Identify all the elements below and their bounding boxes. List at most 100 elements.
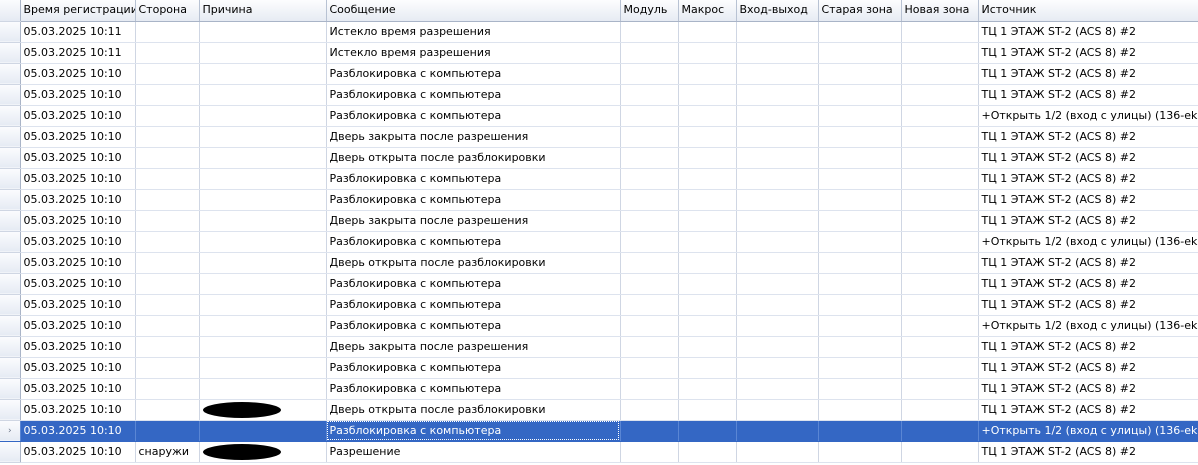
cell-macro[interactable] xyxy=(678,252,737,274)
cell-io[interactable] xyxy=(736,42,819,64)
cell-side[interactable] xyxy=(135,84,200,106)
cell-reason[interactable] xyxy=(199,210,327,232)
cell-io[interactable] xyxy=(736,210,819,232)
cell-side[interactable] xyxy=(135,168,200,190)
cell-message[interactable]: Разблокировка с компьютера xyxy=(326,231,621,253)
cell-source[interactable]: ТЦ 1 ЭТАЖ ST-2 (ACS 8) #2 xyxy=(978,273,1198,295)
table-row[interactable]: 05.03.2025 10:11 Истекло время разрешения… xyxy=(0,42,1198,64)
cell-new-zone[interactable] xyxy=(901,315,979,337)
cell-io[interactable] xyxy=(736,378,819,400)
cell-macro[interactable] xyxy=(678,147,737,169)
cell-new-zone[interactable] xyxy=(901,210,979,232)
column-header-side[interactable]: Сторона xyxy=(135,0,200,22)
cell-new-zone[interactable] xyxy=(901,147,979,169)
cell-macro[interactable] xyxy=(678,294,737,316)
column-header-source[interactable]: Источник xyxy=(978,0,1198,22)
table-row[interactable]: 05.03.2025 10:10 Дверь закрыта после разр… xyxy=(0,126,1198,148)
row-indicator[interactable] xyxy=(0,273,21,295)
cell-old-zone[interactable] xyxy=(818,399,902,421)
cell-module[interactable] xyxy=(620,315,679,337)
table-row[interactable]: 05.03.2025 10:10 Разблокировка с компьюте… xyxy=(0,357,1198,379)
cell-new-zone[interactable] xyxy=(901,63,979,85)
cell-side[interactable] xyxy=(135,315,200,337)
row-indicator[interactable] xyxy=(0,378,21,400)
cell-macro[interactable] xyxy=(678,189,737,211)
cell-message[interactable]: Дверь закрыта после разрешения xyxy=(326,126,621,148)
cell-old-zone[interactable] xyxy=(818,420,902,442)
cell-source[interactable]: ТЦ 1 ЭТАЖ ST-2 (ACS 8) #2 xyxy=(978,189,1198,211)
cell-new-zone[interactable] xyxy=(901,189,979,211)
cell-side[interactable] xyxy=(135,294,200,316)
cell-module[interactable] xyxy=(620,357,679,379)
cell-side[interactable] xyxy=(135,336,200,358)
table-row[interactable]: 05.03.2025 10:10 Разблокировка с компьюте… xyxy=(0,231,1198,253)
table-row[interactable]: 05.03.2025 10:10 Разблокировка с компьюте… xyxy=(0,315,1198,337)
cell-macro[interactable] xyxy=(678,168,737,190)
cell-message[interactable]: Разблокировка с компьютера xyxy=(326,294,621,316)
row-indicator[interactable] xyxy=(0,252,21,274)
table-row[interactable]: 05.03.2025 10:10 Разблокировка с компьюте… xyxy=(0,84,1198,106)
cell-source[interactable]: ТЦ 1 ЭТАЖ ST-2 (ACS 8) #2 xyxy=(978,441,1198,463)
cell-time[interactable]: 05.03.2025 10:10 xyxy=(20,441,136,463)
cell-old-zone[interactable] xyxy=(818,252,902,274)
cell-side[interactable] xyxy=(135,42,200,64)
cell-io[interactable] xyxy=(736,105,819,127)
cell-old-zone[interactable] xyxy=(818,210,902,232)
row-indicator[interactable] xyxy=(0,126,21,148)
row-indicator[interactable] xyxy=(0,147,21,169)
cell-source[interactable]: ТЦ 1 ЭТАЖ ST-2 (ACS 8) #2 xyxy=(978,21,1198,43)
cell-module[interactable] xyxy=(620,210,679,232)
cell-old-zone[interactable] xyxy=(818,63,902,85)
cell-old-zone[interactable] xyxy=(818,42,902,64)
cell-module[interactable] xyxy=(620,84,679,106)
cell-old-zone[interactable] xyxy=(818,315,902,337)
cell-side[interactable] xyxy=(135,21,200,43)
cell-message[interactable]: Разблокировка с компьютера xyxy=(326,357,621,379)
cell-new-zone[interactable] xyxy=(901,231,979,253)
cell-reason[interactable] xyxy=(199,105,327,127)
cell-time[interactable]: 05.03.2025 10:10 xyxy=(20,189,136,211)
cell-message[interactable]: Дверь закрыта после разрешения xyxy=(326,336,621,358)
cell-module[interactable] xyxy=(620,126,679,148)
cell-message[interactable]: Разблокировка с компьютера xyxy=(326,420,621,442)
cell-new-zone[interactable] xyxy=(901,420,979,442)
cell-message[interactable]: Истекло время разрешения xyxy=(326,21,621,43)
cell-io[interactable] xyxy=(736,420,819,442)
cell-module[interactable] xyxy=(620,378,679,400)
column-header-new-zone[interactable]: Новая зона xyxy=(901,0,979,22)
cell-reason[interactable] xyxy=(199,315,327,337)
cell-module[interactable] xyxy=(620,168,679,190)
cell-source[interactable]: +Открыть 1/2 (вход с улицы) (136-ek) xyxy=(978,315,1198,337)
cell-new-zone[interactable] xyxy=(901,336,979,358)
cell-source[interactable]: ТЦ 1 ЭТАЖ ST-2 (ACS 8) #2 xyxy=(978,399,1198,421)
cell-time[interactable]: 05.03.2025 10:10 xyxy=(20,315,136,337)
cell-side[interactable] xyxy=(135,420,200,442)
cell-old-zone[interactable] xyxy=(818,126,902,148)
cell-new-zone[interactable] xyxy=(901,21,979,43)
column-header-macro[interactable]: Макрос xyxy=(678,0,737,22)
table-row[interactable]: 05.03.2025 10:10 Разблокировка с компьюте… xyxy=(0,168,1198,190)
cell-source[interactable]: ТЦ 1 ЭТАЖ ST-2 (ACS 8) #2 xyxy=(978,336,1198,358)
cell-time[interactable]: 05.03.2025 10:10 xyxy=(20,378,136,400)
cell-reason[interactable] xyxy=(199,378,327,400)
column-header-message[interactable]: Сообщение xyxy=(326,0,621,22)
row-indicator[interactable]: › xyxy=(0,420,21,442)
cell-module[interactable] xyxy=(620,42,679,64)
event-log-grid[interactable]: Время регистрации Сторона Причина Сообще… xyxy=(0,0,1198,465)
cell-message[interactable]: Истекло время разрешения xyxy=(326,42,621,64)
cell-reason[interactable] xyxy=(199,147,327,169)
cell-io[interactable] xyxy=(736,84,819,106)
cell-module[interactable] xyxy=(620,336,679,358)
cell-new-zone[interactable] xyxy=(901,252,979,274)
cell-time[interactable]: 05.03.2025 10:10 xyxy=(20,420,136,442)
cell-old-zone[interactable] xyxy=(818,273,902,295)
cell-message[interactable]: Разблокировка с компьютера xyxy=(326,63,621,85)
cell-message[interactable]: Разблокировка с компьютера xyxy=(326,105,621,127)
column-header-old-zone[interactable]: Старая зона xyxy=(818,0,902,22)
cell-time[interactable]: 05.03.2025 10:10 xyxy=(20,294,136,316)
cell-old-zone[interactable] xyxy=(818,84,902,106)
cell-source[interactable]: ТЦ 1 ЭТАЖ ST-2 (ACS 8) #2 xyxy=(978,84,1198,106)
cell-io[interactable] xyxy=(736,315,819,337)
row-indicator[interactable] xyxy=(0,189,21,211)
cell-macro[interactable] xyxy=(678,441,737,463)
